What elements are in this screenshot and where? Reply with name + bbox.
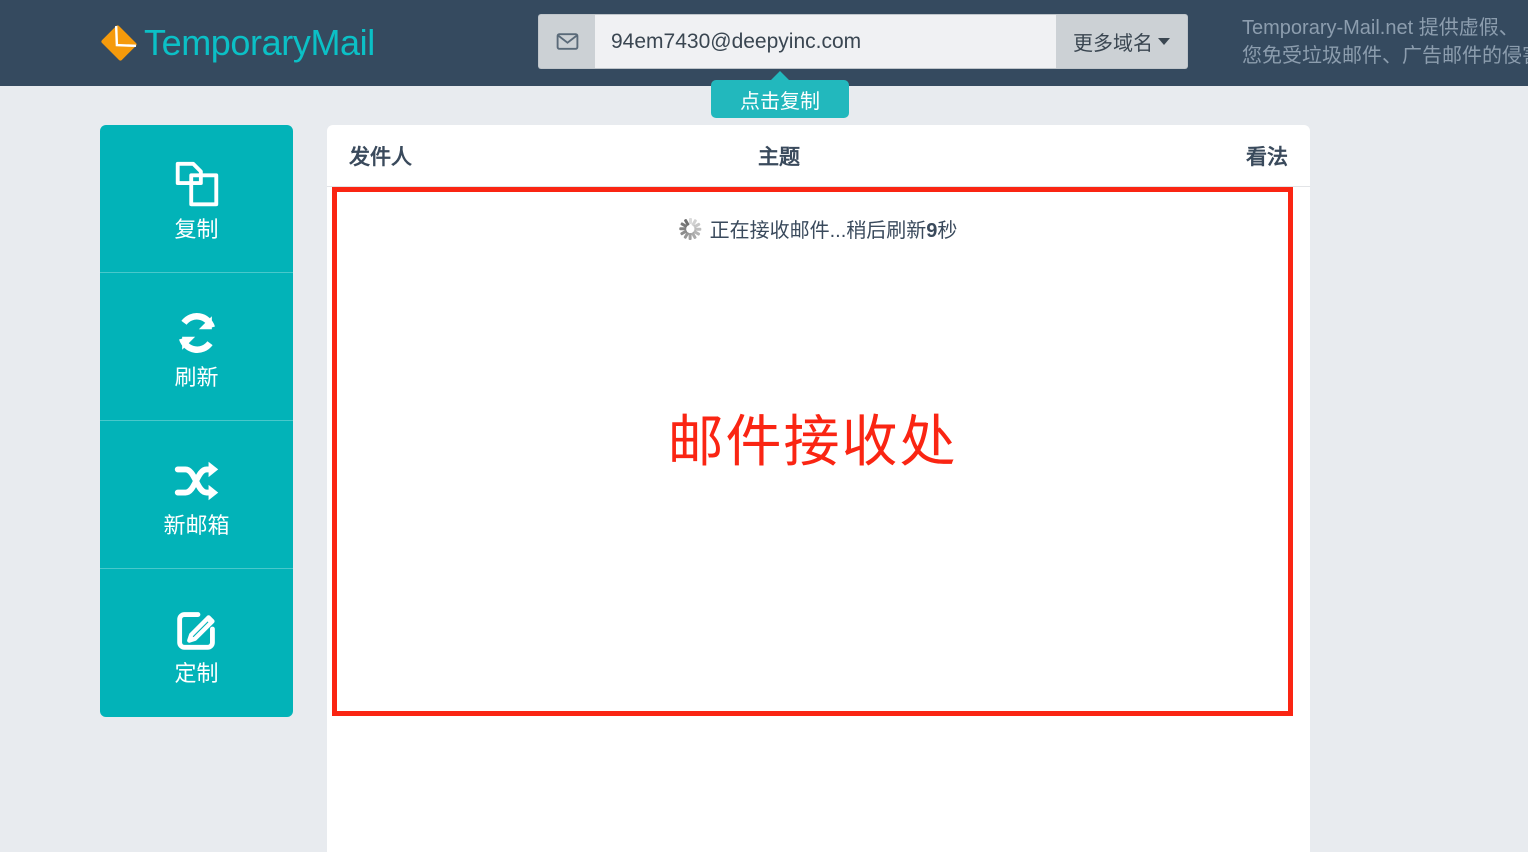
email-input[interactable]: [595, 14, 1056, 69]
header-tagline: Temporary-Mail.net 提供虚假、 您免受垃圾邮件、广告邮件的侵害: [1242, 14, 1528, 70]
loading-countdown: 9: [926, 220, 937, 242]
sidebar-item-copy[interactable]: 复制: [100, 125, 293, 273]
sidebar-item-customize[interactable]: 定制: [100, 569, 293, 717]
action-sidebar: 复制 刷新 新邮箱: [100, 125, 293, 717]
more-domains-button[interactable]: 更多域名: [1056, 14, 1188, 69]
sidebar-item-refresh[interactable]: 刷新: [100, 273, 293, 421]
refresh-icon: [171, 305, 223, 361]
shuffle-icon: [170, 453, 224, 509]
copy-tooltip-label: 点击复制: [740, 85, 820, 114]
sidebar-label-copy: 复制: [174, 219, 218, 241]
column-header-subject: 主题: [729, 141, 1178, 171]
site-header: TemporaryMail 更多域名 Temporary-Mail.net 提供…: [0, 0, 1528, 86]
loading-prefix: 正在接收邮件...稍后刷新: [710, 220, 927, 242]
more-domains-label: 更多域名: [1073, 27, 1153, 56]
mail-loading-row: 正在接收邮件...稍后刷新9秒: [327, 187, 1310, 243]
mailbox-card: 发件人 主题 看法 正在接收邮件...稍后刷新9秒: [327, 125, 1310, 852]
brand-logo[interactable]: TemporaryMail: [98, 15, 375, 71]
mail-loading-text: 正在接收邮件...稍后刷新9秒: [710, 214, 958, 243]
column-header-view: 看法: [1178, 141, 1288, 171]
mail-table-header: 发件人 主题 看法: [327, 125, 1310, 187]
spinner-icon: [680, 218, 702, 240]
tooltip-arrow-icon: [771, 71, 789, 80]
sidebar-label-new-mailbox: 新邮箱: [163, 515, 229, 537]
sidebar-label-refresh: 刷新: [174, 367, 218, 389]
copy-icon: [170, 157, 224, 213]
email-address-group: 更多域名: [538, 14, 1188, 69]
tagline-line-2: 您免受垃圾邮件、广告邮件的侵害: [1242, 42, 1528, 70]
brand-name: TemporaryMail: [144, 25, 375, 61]
envelope-diamond-icon: [98, 22, 140, 64]
copy-tooltip: 点击复制: [711, 80, 849, 118]
column-header-sender: 发件人: [349, 141, 729, 171]
chevron-down-icon: [1158, 38, 1170, 45]
edit-pencil-icon: [170, 601, 224, 657]
mail-list-body: 正在接收邮件...稍后刷新9秒: [327, 187, 1310, 852]
loading-suffix: 秒: [937, 220, 957, 242]
sidebar-item-new-mailbox[interactable]: 新邮箱: [100, 421, 293, 569]
tagline-line-1: Temporary-Mail.net 提供虚假、: [1242, 14, 1528, 42]
envelope-icon: [538, 14, 595, 69]
sidebar-label-customize: 定制: [174, 663, 218, 685]
